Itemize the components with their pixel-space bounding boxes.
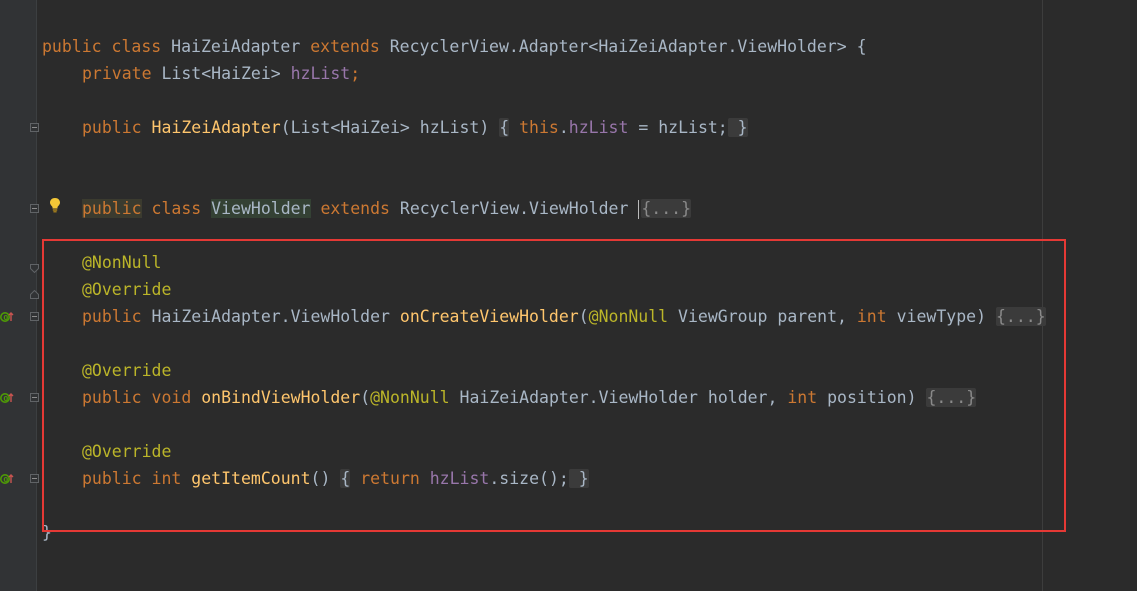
highlighted-identifier[interactable]: ViewHolder xyxy=(211,199,311,218)
folded-region[interactable]: {...} xyxy=(641,199,692,218)
highlight-box xyxy=(42,239,1066,532)
code-line-field: private List<HaiZei> hzList; xyxy=(82,64,361,83)
code-line-viewholder: public class ViewHolder extends Recycler… xyxy=(82,199,692,219)
folded-brace[interactable]: } xyxy=(727,118,748,137)
folded-brace[interactable]: { xyxy=(499,118,510,137)
code-line-constructor: public HaiZeiAdapter(List<HaiZei> hzList… xyxy=(82,118,748,137)
code-line-class-declaration: public class HaiZeiAdapter extends Recyc… xyxy=(42,37,867,56)
text-caret xyxy=(638,200,640,219)
